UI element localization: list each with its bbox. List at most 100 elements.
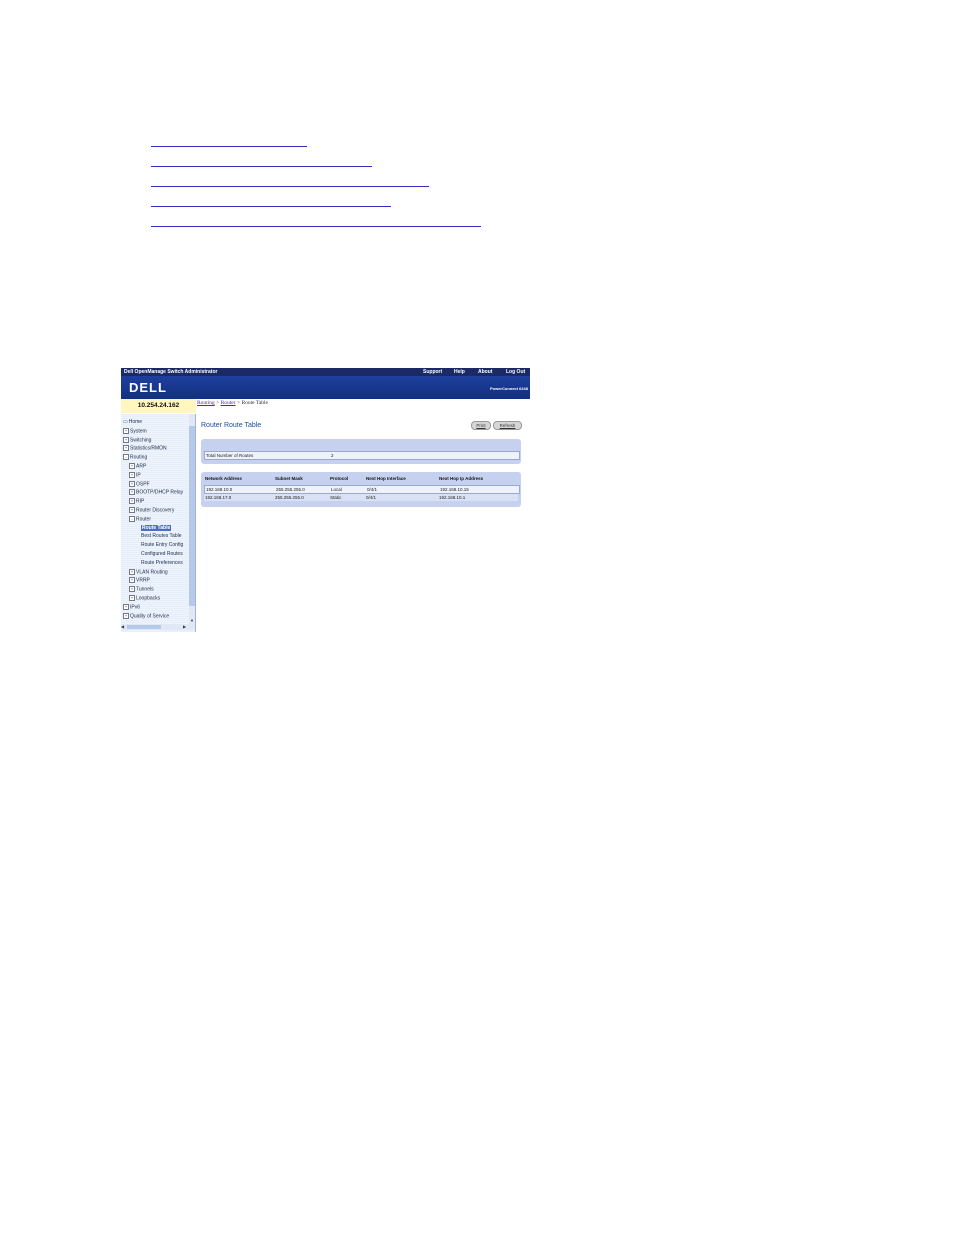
ip-bar: 10.254.24.162 <box>121 399 196 413</box>
toc-link-2[interactable] <box>151 156 372 167</box>
route-table-header: Network Address Subnet Mask Protocol Nex… <box>204 475 518 482</box>
nav-hscroll-thumb[interactable] <box>127 625 161 629</box>
col-protocol: Protocol <box>330 476 349 481</box>
toc-link-1[interactable] <box>151 136 307 147</box>
summary-row: Total Number of Routes 2 <box>204 451 520 460</box>
col-next-hop-interface: Next Hop Interface <box>366 476 406 481</box>
nav-item-arp[interactable]: + ARP <box>129 463 146 469</box>
nav-item-best-routes-table[interactable]: Best Routes Table <box>141 533 182 539</box>
nav-item-route-entry-config[interactable]: Route Entry Config <box>141 542 183 548</box>
print-button[interactable]: Print <box>471 421 491 430</box>
collapse-icon[interactable]: - <box>129 515 135 522</box>
nav-item-route-table[interactable]: Route Table <box>141 524 172 531</box>
expand-icon[interactable]: + <box>129 586 135 593</box>
route-table-panel: Network Address Subnet Mask Protocol Nex… <box>201 472 521 507</box>
expand-icon[interactable]: + <box>129 463 135 469</box>
nav-item-label: Route Table <box>142 524 171 531</box>
breadcrumb-current: Route Table <box>241 400 268 406</box>
expand-icon[interactable]: + <box>123 603 129 610</box>
table-row: 192.168.17.0 255.255.255.0 Static 0/4/1 … <box>204 494 518 501</box>
nav-item-home[interactable]: ▭Home <box>123 419 142 425</box>
nav-item-loopbacks[interactable]: + Loopbacks <box>129 595 160 601</box>
scroll-right-icon[interactable]: ▶ <box>183 624 186 629</box>
nav-item-label: Router Discovery <box>136 507 175 514</box>
nav-item-label: Home <box>128 419 143 425</box>
about-link[interactable]: About <box>478 369 492 375</box>
nav-item-ospf[interactable]: + OSPF <box>129 480 150 487</box>
ip-address: 10.254.24.162 <box>137 402 180 409</box>
table-row: 192.168.10.0 255.255.255.0 Local 0/4/1 1… <box>204 485 520 494</box>
summary-value: 2 <box>331 453 334 458</box>
nav-item-label: RIP <box>136 498 145 505</box>
expand-icon[interactable]: + <box>129 480 135 487</box>
nav-item-ip[interactable]: + IP <box>129 471 141 479</box>
expand-icon[interactable]: + <box>129 498 135 505</box>
refresh-button[interactable]: Refresh <box>493 421 522 430</box>
nav-item-label: Statistics/RMON <box>130 445 167 452</box>
expand-icon[interactable]: + <box>129 577 135 584</box>
collapse-icon[interactable]: - <box>123 454 129 461</box>
row1-mask: 255.255.255.0 <box>276 487 305 492</box>
nav-item-label: System <box>130 428 147 435</box>
nav-item-bootp-dhcp-relay[interactable]: + BOOTP/DHCP Relay <box>129 489 183 496</box>
scroll-down-icon[interactable]: ▼ <box>190 618 194 623</box>
nav-item-label: Best Routes Table <box>141 533 182 540</box>
nav-item-router-discovery[interactable]: + Router Discovery <box>129 507 174 513</box>
nav-horizontal-scrollbar[interactable]: ◀ ▶ <box>121 624 195 630</box>
expand-icon[interactable]: + <box>129 471 135 478</box>
nav-item-statistics-rmon[interactable]: + Statistics/RMON <box>123 445 167 452</box>
nav-item-switching[interactable]: + Switching <box>123 436 152 443</box>
row2-mask: 255.255.255.0 <box>275 495 304 500</box>
nav-item-tunnels[interactable]: + Tunnels <box>129 586 154 593</box>
nav-item-label: VLAN Routing <box>136 568 168 575</box>
expand-icon[interactable]: + <box>129 507 135 513</box>
row1-nexthop: 192.168.10.15 <box>440 487 469 492</box>
nav-item-vlan-routing[interactable]: + VLAN Routing <box>129 568 168 575</box>
nav-vertical-scrollbar[interactable]: ▼ <box>189 414 195 624</box>
nav-item-quality-of-service[interactable]: + Quality of Service <box>123 612 169 619</box>
support-link[interactable]: Support <box>423 369 442 375</box>
switch-admin-screenshot: Dell OpenManage Switch Administrator Sup… <box>121 368 530 632</box>
nav-item-vrrp[interactable]: + VRRP <box>129 577 150 584</box>
breadcrumb-routing[interactable]: Routing <box>197 400 215 406</box>
col-subnet-mask: Subnet Mask <box>275 476 303 481</box>
summary-panel: Total Number of Routes 2 <box>201 439 521 464</box>
row1-protocol: Local <box>331 487 342 492</box>
expand-icon[interactable]: + <box>123 427 129 434</box>
help-link[interactable]: Help <box>454 369 465 375</box>
logout-link[interactable]: Log Out <box>506 369 525 375</box>
banner: DELL PowerConnect 6248 <box>121 376 530 399</box>
nav-scroll-thumb[interactable] <box>189 426 195 606</box>
page-title: Router Route Table <box>201 422 262 429</box>
breadcrumb-router[interactable]: Router <box>221 400 236 406</box>
breadcrumb-separator: > <box>236 400 241 406</box>
nav-item-route-preferences[interactable]: Route Preferences <box>141 560 183 566</box>
breadcrumb: Routing > Router > Route Table <box>197 400 268 406</box>
nav-item-label: Route Entry Config <box>141 542 184 549</box>
nav-item-rip[interactable]: + RIP <box>129 498 145 505</box>
toc-link-3[interactable] <box>151 176 429 187</box>
nav-item-label: Configured Routes <box>141 551 183 557</box>
nav-item-label: Router <box>136 516 152 523</box>
expand-icon[interactable]: + <box>129 568 135 575</box>
expand-icon[interactable]: + <box>123 436 129 443</box>
toc-link-4[interactable] <box>151 196 391 207</box>
nav-item-label: ARP <box>136 463 147 470</box>
nav-item-label: IPv6 <box>130 604 141 611</box>
scroll-left-icon[interactable]: ◀ <box>121 624 124 629</box>
expand-icon[interactable]: + <box>129 595 135 601</box>
nav-item-router[interactable]: - Router <box>129 515 152 523</box>
expand-icon[interactable]: + <box>123 445 129 452</box>
nav-item-ipv6[interactable]: + IPv6 <box>123 603 141 611</box>
dell-logo: DELL <box>129 380 167 395</box>
nav-item-system[interactable]: + System <box>123 427 147 435</box>
expand-icon[interactable]: + <box>129 489 135 496</box>
nav-item-label: Switching <box>130 436 152 443</box>
nav-item-label: IP <box>136 472 141 479</box>
nav-item-routing[interactable]: - Routing <box>123 454 147 461</box>
col-network-address: Network Address <box>205 476 242 481</box>
row2-network: 192.168.17.0 <box>205 495 232 500</box>
toc-link-5[interactable] <box>151 216 481 227</box>
expand-icon[interactable]: + <box>123 612 129 619</box>
nav-item-configured-routes[interactable]: Configured Routes <box>141 551 183 557</box>
